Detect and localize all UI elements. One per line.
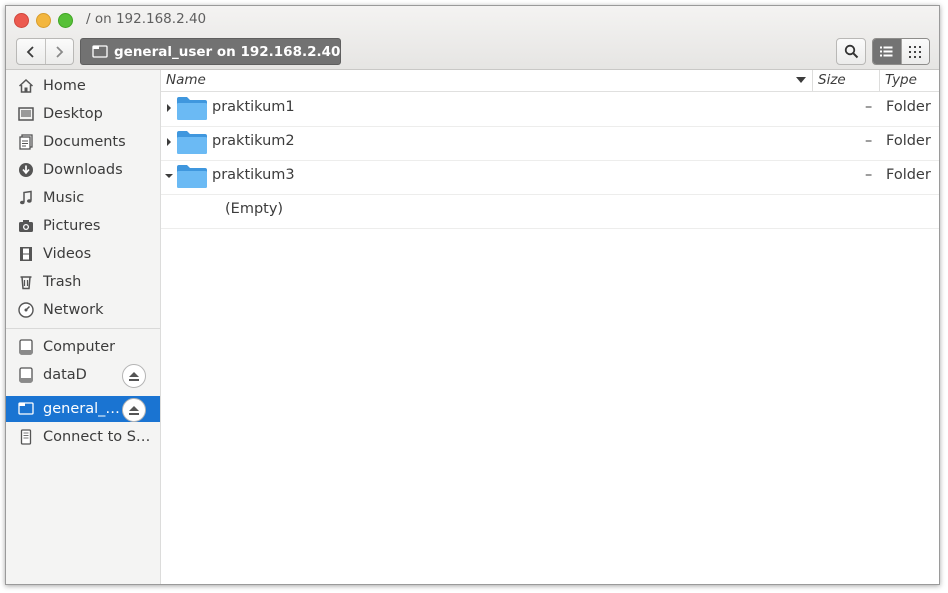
search-icon	[844, 44, 858, 59]
file-size: –	[865, 99, 873, 115]
grid-view-button[interactable]	[900, 39, 929, 64]
path-bar-button[interactable]: general_user on 192.168.2.40	[80, 38, 341, 65]
folder-icon	[177, 131, 207, 154]
file-name: praktikum3	[212, 167, 295, 183]
network-folder-icon	[17, 400, 35, 418]
path-bar-label: general_user on 192.168.2.40	[114, 43, 341, 60]
sidebar-item-label: Pictures	[43, 218, 101, 234]
column-header: Name Size Type	[161, 70, 939, 92]
grid-view-icon	[909, 45, 922, 58]
drive-icon	[17, 338, 35, 356]
drive-icon	[17, 366, 35, 384]
minimize-window-button[interactable]	[36, 13, 51, 28]
back-button[interactable]	[17, 39, 45, 64]
sidebar-item-label: dataD	[43, 367, 87, 383]
column-header-name[interactable]: Name	[166, 72, 206, 88]
sidebar-separator	[6, 328, 160, 329]
column-header-type[interactable]: Type	[885, 72, 917, 88]
downloads-icon	[17, 161, 35, 179]
file-size: –	[865, 133, 873, 149]
sidebar-item-home[interactable]: Home	[6, 73, 160, 99]
sidebar-item-label: Connect to S…	[43, 429, 151, 445]
sidebar-item-music[interactable]: Music	[6, 185, 160, 211]
column-divider[interactable]	[879, 70, 880, 91]
sidebar-item-desktop[interactable]: Desktop	[6, 101, 160, 127]
window-title: / on 192.168.2.40	[86, 11, 207, 27]
eject-button[interactable]	[122, 364, 146, 388]
music-icon	[17, 189, 35, 207]
folder-icon	[177, 165, 207, 188]
sidebar-item-label: Music	[43, 190, 85, 206]
eject-button[interactable]	[122, 398, 146, 422]
list-view-icon	[880, 46, 893, 57]
close-window-button[interactable]	[14, 13, 29, 28]
camera-icon	[17, 217, 35, 235]
file-size: –	[865, 167, 873, 183]
sidebar-item-label: Trash	[43, 274, 82, 290]
sidebar-item-videos[interactable]: Videos	[6, 241, 160, 267]
sidebar-item-general-user[interactable]: general_…	[6, 396, 160, 422]
sidebar-item-datad[interactable]: dataD	[6, 362, 160, 388]
sidebar-item-label: Home	[43, 78, 86, 94]
server-icon	[17, 428, 35, 446]
sidebar: Home Desktop Documents Downloads Music P…	[6, 70, 161, 584]
file-name: praktikum2	[212, 133, 295, 149]
titlebar: / on 192.168.2.40 general_user on 192.16…	[6, 6, 939, 70]
sidebar-item-network[interactable]: Network	[6, 297, 160, 323]
file-manager-window: / on 192.168.2.40 general_user on 192.16…	[5, 5, 940, 585]
chevron-right-icon	[56, 45, 64, 58]
expander-expanded-icon[interactable]	[165, 172, 173, 180]
file-type: Folder	[886, 167, 931, 183]
list-view-button[interactable]	[873, 39, 901, 64]
forward-button[interactable]	[44, 39, 74, 64]
column-divider[interactable]	[812, 70, 813, 91]
expander-collapsed-icon[interactable]	[165, 138, 173, 146]
sidebar-item-documents[interactable]: Documents	[6, 129, 160, 155]
sort-descending-icon[interactable]	[796, 77, 806, 84]
file-type: Folder	[886, 99, 931, 115]
file-type: Folder	[886, 133, 931, 149]
file-row[interactable]: praktikum2 – Folder	[161, 126, 939, 161]
sidebar-item-label: Network	[43, 302, 104, 318]
eject-icon	[129, 405, 139, 415]
file-list-view: Name Size Type praktikum1 – Folder prakt…	[161, 70, 939, 584]
desktop-icon	[17, 105, 35, 123]
network-folder-icon	[92, 44, 108, 59]
empty-label: (Empty)	[225, 201, 284, 217]
home-icon	[17, 77, 35, 95]
sidebar-item-label: Documents	[43, 134, 126, 150]
sidebar-item-connect-to-server[interactable]: Connect to S…	[6, 424, 160, 450]
sidebar-item-label: Videos	[43, 246, 92, 262]
column-header-size[interactable]: Size	[818, 72, 846, 88]
sidebar-item-computer[interactable]: Computer	[6, 334, 160, 360]
view-mode-buttons	[872, 38, 930, 65]
empty-folder-row: (Empty)	[161, 194, 939, 229]
search-button[interactable]	[836, 38, 866, 65]
file-name: praktikum1	[212, 99, 295, 115]
file-row[interactable]: praktikum3 – Folder	[161, 160, 939, 195]
file-row[interactable]: praktikum1 – Folder	[161, 92, 939, 127]
sidebar-item-trash[interactable]: Trash	[6, 269, 160, 295]
expander-collapsed-icon[interactable]	[165, 104, 173, 112]
folder-icon	[177, 97, 207, 120]
network-icon	[17, 301, 35, 319]
film-icon	[17, 245, 35, 263]
chevron-left-icon	[26, 45, 34, 58]
sidebar-item-downloads[interactable]: Downloads	[6, 157, 160, 183]
sidebar-item-label: general_…	[43, 401, 120, 417]
sidebar-item-pictures[interactable]: Pictures	[6, 213, 160, 239]
sidebar-item-label: Desktop	[43, 106, 103, 122]
trash-icon	[17, 273, 35, 291]
eject-icon	[129, 371, 139, 381]
navigation-buttons	[16, 38, 74, 65]
sidebar-item-label: Downloads	[43, 162, 123, 178]
maximize-window-button[interactable]	[58, 13, 73, 28]
sidebar-item-label: Computer	[43, 339, 116, 355]
documents-icon	[17, 133, 35, 151]
